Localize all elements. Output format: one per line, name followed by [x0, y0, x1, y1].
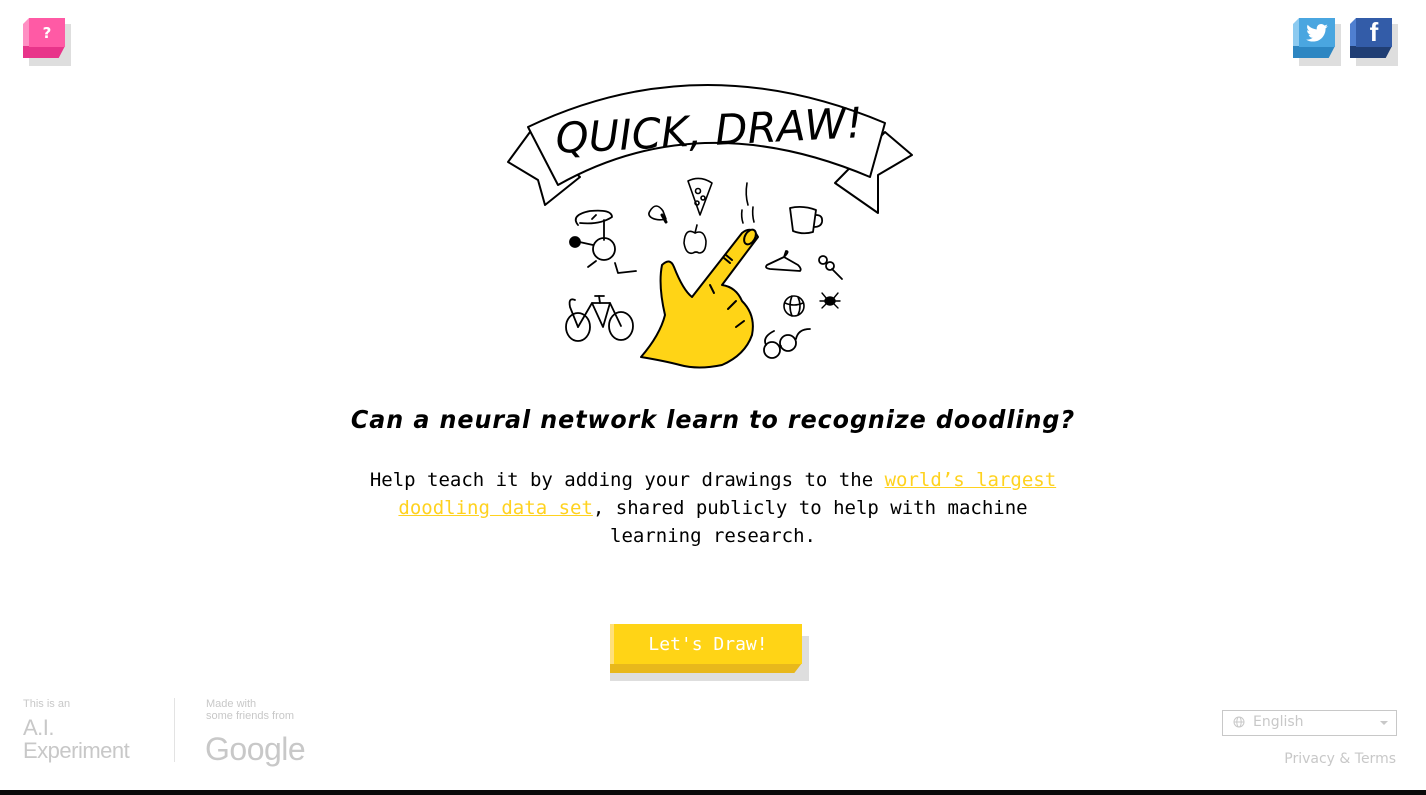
- lets-draw-label: Let's Draw!: [614, 624, 802, 664]
- pizza-doodle: [687, 177, 713, 216]
- help-button[interactable]: ?: [23, 18, 71, 66]
- ai-experiment-logo[interactable]: A.I. Experiment: [23, 715, 130, 763]
- ai-experiment-caption: This is an: [23, 698, 71, 710]
- helicopter-doodle: [569, 209, 637, 274]
- twitter-button-bottom: [1293, 46, 1335, 58]
- pushpin-doodle: [818, 255, 843, 280]
- quick-draw-logo-illustration: QUICK, DRAW!: [507, 84, 913, 369]
- intro-text-before: Help teach it by adding your drawings to…: [369, 469, 885, 491]
- ai-experiment-line2: Experiment: [23, 738, 130, 763]
- language-select[interactable]: English: [1222, 710, 1397, 736]
- help-button-bottom: [23, 46, 65, 58]
- lets-draw-button[interactable]: Let's Draw!: [610, 624, 809, 681]
- footer-divider: [174, 698, 175, 762]
- intro-paragraph: Help teach it by adding your drawings to…: [363, 466, 1063, 550]
- pointing-hand: [640, 228, 759, 369]
- facebook-icon: f: [1356, 17, 1392, 47]
- twitter-share-button[interactable]: [1293, 18, 1341, 66]
- made-with-line2: some friends from: [206, 710, 295, 722]
- ai-experiment-line1: A.I.: [23, 715, 55, 740]
- lightbulb-doodle: [648, 205, 668, 224]
- eyeglasses-doodle: [763, 328, 811, 359]
- language-value: English: [1253, 714, 1304, 730]
- intro-text-after: , shared publicly to help with machine l…: [592, 497, 1028, 547]
- privacy-terms-link[interactable]: Privacy & Terms: [1284, 751, 1396, 767]
- bottom-edge-bar: [0, 790, 1426, 795]
- made-with-caption: Made with some friends from: [206, 698, 294, 722]
- basketball-doodle: [783, 295, 805, 317]
- lets-draw-button-bottom: [610, 663, 802, 673]
- spider-doodle: [819, 292, 841, 309]
- made-with-line1: Made with: [206, 698, 257, 710]
- mug-doodle: [789, 205, 824, 235]
- globe-icon: [1233, 716, 1245, 728]
- google-logo[interactable]: Google: [205, 731, 306, 768]
- facebook-share-button[interactable]: f: [1350, 17, 1398, 66]
- hanger-doodle: [765, 250, 802, 272]
- headline: Can a neural network learn to recognize …: [350, 405, 1076, 434]
- chevron-down-icon: [1380, 721, 1388, 725]
- twitter-icon: [1306, 23, 1328, 42]
- question-icon: ?: [29, 18, 65, 47]
- bicycle-doodle: [565, 295, 634, 342]
- apple-doodle: [683, 224, 707, 255]
- steam-lines: [740, 182, 755, 224]
